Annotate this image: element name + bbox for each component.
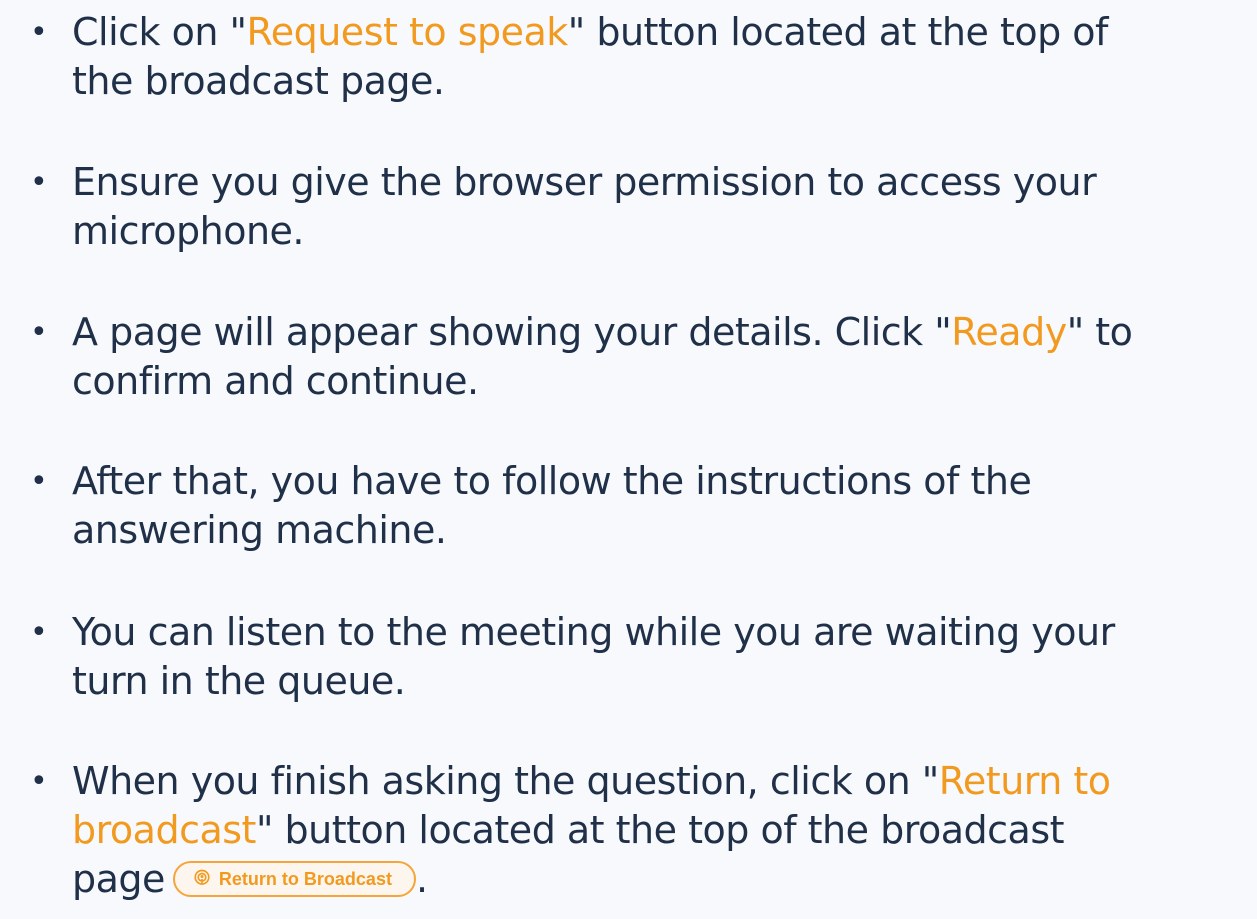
step-line: When you finish asking the question, cli… xyxy=(72,757,1257,806)
step-text: After that, you have to follow the instr… xyxy=(72,457,1257,555)
return-to-broadcast-label: Return to Broadcast xyxy=(218,868,392,889)
step-text-segment: " button located at the top of the broad… xyxy=(255,808,1065,852)
highlighted-term: Return to xyxy=(938,759,1111,803)
step-line: answering machine. xyxy=(72,506,1257,555)
step-text-segment: You can listen to the meeting while you … xyxy=(72,610,1115,654)
step-text: Ensure you give the browser permission t… xyxy=(72,158,1257,256)
bullet-marker: • xyxy=(30,464,48,499)
step-text: When you finish asking the question, cli… xyxy=(72,757,1257,904)
step-line: After that, you have to follow the instr… xyxy=(72,457,1257,506)
step-line: You can listen to the meeting while you … xyxy=(72,608,1257,657)
step-text-segment: answering machine. xyxy=(72,508,447,552)
step-line: the broadcast page. xyxy=(72,57,1257,106)
step-line: Ensure you give the browser permission t… xyxy=(72,158,1257,207)
step-text-segment: Click on " xyxy=(72,10,247,54)
bullet-marker: • xyxy=(30,764,48,799)
step-text-segment: " to xyxy=(1066,310,1133,354)
step-text-segment: turn in the queue. xyxy=(72,659,406,703)
step-text-segment: Ensure you give the browser permission t… xyxy=(72,160,1097,204)
highlighted-term: Request to speak xyxy=(246,10,569,54)
step-line: Click on "Request to speak" button locat… xyxy=(72,8,1257,57)
step-line: turn in the queue. xyxy=(72,657,1257,706)
step-line: confirm and continue. xyxy=(72,357,1257,406)
step-text: A page will appear showing your details.… xyxy=(72,308,1257,406)
instructions-panel: • Click on "Request to speak" button loca… xyxy=(0,0,1257,919)
step-line: page Return to Broadcast. xyxy=(72,855,1257,904)
bullet-marker: • xyxy=(30,15,48,50)
bullet-marker: • xyxy=(30,615,48,650)
highlighted-term: Ready xyxy=(951,310,1067,354)
step-text-segment: When you finish asking the question, cli… xyxy=(72,759,939,803)
step-text: You can listen to the meeting while you … xyxy=(72,608,1257,706)
step-text-segment: confirm and continue. xyxy=(72,359,479,403)
step-text: Click on "Request to speak" button locat… xyxy=(72,8,1257,106)
step-text-segment: the broadcast page. xyxy=(72,59,445,103)
podcast-icon xyxy=(194,869,210,886)
step-line: microphone. xyxy=(72,207,1257,256)
step-line: broadcast" button located at the top of … xyxy=(72,806,1257,855)
step-text-segment: . xyxy=(415,857,428,901)
step-text-segment: A page will appear showing your details.… xyxy=(72,310,952,354)
bullet-marker: • xyxy=(30,165,48,200)
step-text-segment: page xyxy=(72,857,165,901)
highlighted-term: broadcast xyxy=(72,808,256,852)
step-line: A page will appear showing your details.… xyxy=(72,308,1257,357)
step-text-segment: After that, you have to follow the instr… xyxy=(72,459,1032,503)
step-text-segment: " button located at the top of xyxy=(567,10,1109,54)
step-text-segment: microphone. xyxy=(72,209,305,253)
return-to-broadcast-button[interactable]: Return to Broadcast xyxy=(172,860,416,897)
bullet-marker: • xyxy=(30,315,48,350)
